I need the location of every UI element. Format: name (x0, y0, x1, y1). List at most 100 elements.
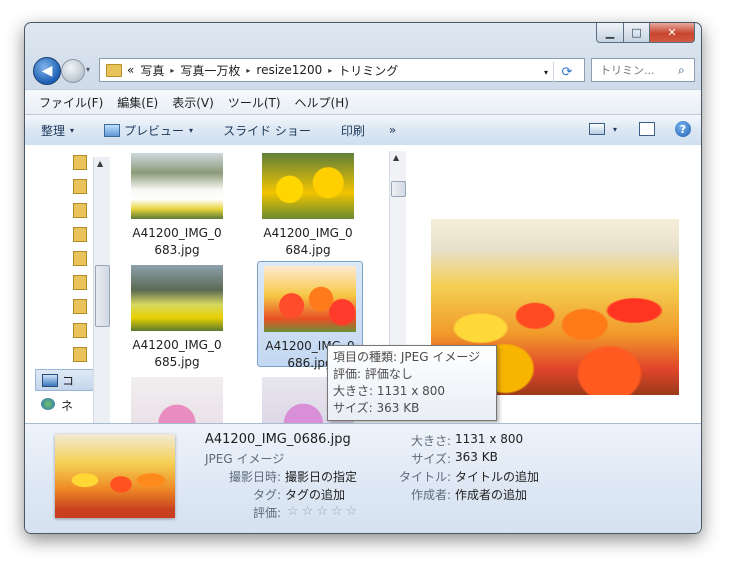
minimize-button[interactable]: ▁ (596, 23, 624, 43)
details-tags[interactable]: タグ: タグの追加 (201, 486, 345, 503)
nav-item-computer-label: コ (62, 374, 75, 388)
nav-folder-item[interactable] (73, 227, 87, 242)
details-thumbnail (55, 434, 175, 518)
details-value[interactable]: 作成者の追加 (455, 486, 527, 503)
document-icon (73, 179, 87, 194)
breadcrumb-item[interactable]: 写真一万枚 (180, 62, 240, 79)
breadcrumb-separator-icon[interactable]: ▸ (170, 66, 174, 75)
file-tile[interactable]: A41200_IMG_0 684.jpg (262, 153, 354, 259)
search-folder-icon (73, 323, 87, 338)
nav-scrollbar-thumb[interactable] (95, 265, 110, 327)
menu-edit[interactable]: 編集(E) (117, 94, 158, 111)
document-icon (73, 299, 87, 314)
search-box[interactable]: ⌕ (591, 58, 695, 82)
preview-pane-icon[interactable] (639, 122, 655, 136)
chevron-down-icon: ▾ (189, 125, 194, 135)
breadcrumb-separator-icon[interactable]: ▸ (328, 66, 332, 75)
forward-button[interactable] (61, 59, 85, 83)
details-value[interactable]: 撮影日の指定 (285, 468, 357, 485)
rating-stars[interactable]: ☆ ☆ ☆ ☆ ☆ (287, 504, 360, 521)
star-icon[interactable]: ☆ (302, 504, 314, 521)
file-name: A41200_IMG_0 684.jpg (263, 226, 353, 257)
command-bar: 整理 ▾ プレビュー ▾ スライド ショー 印刷 » ▾ ? (25, 114, 701, 146)
details-size: サイズ: 363 KB (377, 450, 498, 467)
address-row: ◀ ▾ « 写真 ▸ 写真一万枚 ▸ resize1200 ▸ トリミング ▾ … (33, 55, 695, 85)
organize-button[interactable]: 整理 ▾ (41, 122, 74, 139)
details-title[interactable]: タイトル: タイトルの追加 (377, 468, 539, 485)
star-icon[interactable]: ☆ (346, 504, 358, 521)
details-date-taken[interactable]: 撮影日時: 撮影日の指定 (201, 468, 357, 485)
nav-folder-item[interactable] (73, 275, 87, 290)
breadcrumb-item[interactable]: トリミング (338, 62, 398, 79)
details-label: 大きさ: (410, 434, 451, 448)
details-label: タイトル: (398, 470, 451, 484)
details-file-type: JPEG イメージ (205, 452, 285, 466)
breadcrumb-overflow[interactable]: « (127, 63, 134, 77)
chevron-down-icon[interactable]: ▾ (613, 125, 617, 134)
print-button[interactable]: 印刷 (341, 122, 365, 139)
details-pane: A41200_IMG_0686.jpg JPEG イメージ 撮影日時: 撮影日の… (25, 423, 701, 533)
more-commands-button[interactable]: » (389, 123, 396, 137)
window-controls: ▁ □ ✕ (596, 23, 695, 43)
more-icon: » (388, 123, 397, 137)
menu-tools[interactable]: ツール(T) (228, 94, 281, 111)
nav-folder-item[interactable] (73, 347, 87, 362)
menu-file[interactable]: ファイル(F) (39, 94, 103, 111)
details-author[interactable]: 作成者: 作成者の追加 (377, 486, 527, 503)
computer-icon (42, 374, 58, 387)
details-value[interactable]: タイトルの追加 (455, 468, 539, 485)
details-value[interactable]: タグの追加 (285, 486, 345, 503)
nav-item-computer[interactable]: コ (35, 369, 95, 391)
command-bar-right: ▾ ? (588, 121, 691, 137)
file-tile[interactable] (131, 377, 223, 423)
thumbnail-image (264, 266, 356, 332)
file-tile[interactable]: A41200_IMG_0 683.jpg (131, 153, 223, 259)
folder-icon (73, 203, 87, 218)
navigation-pane: コ ネ ▲ (25, 151, 111, 427)
nav-folder-item[interactable] (73, 203, 87, 218)
nav-folder-item[interactable] (73, 323, 87, 338)
star-icon[interactable]: ☆ (287, 504, 299, 521)
preview-label: プレビュー (124, 123, 185, 138)
back-button[interactable]: ◀ (33, 57, 61, 85)
nav-folder-item[interactable] (73, 299, 87, 314)
file-list-scrollbar-thumb[interactable] (391, 181, 406, 197)
address-dropdown-icon[interactable]: ▾ (544, 68, 548, 77)
folder-icon (73, 275, 87, 290)
details-label: 撮影日時: (228, 470, 281, 484)
menu-help[interactable]: ヘルプ(H) (295, 94, 349, 111)
network-icon (41, 398, 55, 410)
breadcrumb-separator-icon[interactable]: ▸ (246, 66, 250, 75)
details-value: 1131 x 800 (455, 432, 524, 446)
content-area: コ ネ ▲ A41200_IMG_0 683.jpg A41200_IMG_0 68… (25, 145, 701, 427)
menu-view[interactable]: 表示(V) (172, 94, 214, 111)
search-input[interactable] (598, 62, 672, 78)
file-tile[interactable]: A41200_IMG_0 685.jpg (131, 265, 223, 371)
maximize-button[interactable]: □ (624, 23, 650, 43)
pictures-folder-icon (73, 227, 87, 242)
star-icon[interactable]: ☆ (316, 504, 328, 521)
breadcrumb-item[interactable]: 写真 (140, 62, 164, 79)
star-icon[interactable]: ☆ (331, 504, 343, 521)
nav-scrollbar[interactable]: ▲ (93, 157, 110, 427)
close-button[interactable]: ✕ (650, 23, 695, 43)
nav-folder-item[interactable] (73, 251, 87, 266)
address-bar[interactable]: « 写真 ▸ 写真一万枚 ▸ resize1200 ▸ トリミング ▾ ⟳ (99, 58, 585, 82)
help-icon[interactable]: ? (675, 121, 691, 137)
nav-item-network[interactable]: ネ (41, 395, 101, 415)
file-name: A41200_IMG_0 685.jpg (132, 338, 222, 369)
nav-folder-item[interactable] (73, 155, 87, 170)
search-icon[interactable]: ⌕ (678, 63, 685, 78)
details-rating[interactable]: 評価: ☆ ☆ ☆ ☆ ☆ (201, 504, 360, 521)
change-view-icon[interactable] (588, 123, 605, 135)
slideshow-button[interactable]: スライド ショー (223, 122, 311, 139)
scroll-up-icon[interactable]: ▲ (97, 159, 103, 168)
file-name: A41200_IMG_0 683.jpg (132, 226, 222, 257)
scroll-up-icon[interactable]: ▲ (393, 153, 399, 162)
recent-pages-dropdown[interactable]: ▾ (86, 65, 90, 74)
details-file-name: A41200_IMG_0686.jpg (205, 432, 351, 447)
nav-folder-item[interactable] (73, 179, 87, 194)
refresh-button[interactable]: ⟳ (553, 62, 580, 82)
preview-button[interactable]: プレビュー ▾ (104, 122, 193, 139)
breadcrumb-item[interactable]: resize1200 (256, 63, 322, 77)
